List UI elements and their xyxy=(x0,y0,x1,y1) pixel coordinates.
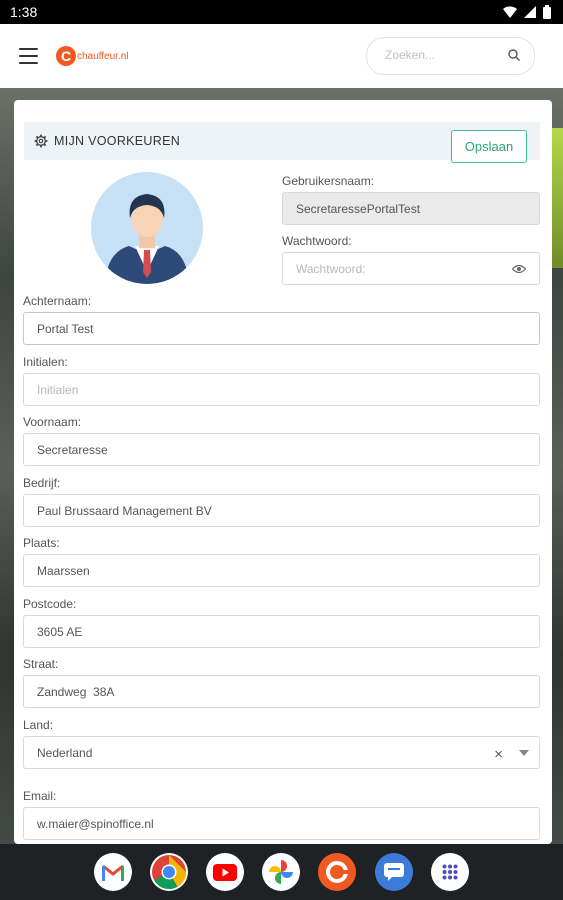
app-header: C chauffeur.nl xyxy=(0,24,563,88)
lastname-label: Achternaam: xyxy=(23,294,92,308)
username-input xyxy=(296,202,514,216)
menu-icon[interactable] xyxy=(19,48,38,64)
firstname-field[interactable] xyxy=(23,433,540,466)
eye-icon[interactable] xyxy=(512,264,526,274)
street-input[interactable] xyxy=(37,685,475,699)
signal-icon xyxy=(524,6,536,18)
search-box[interactable] xyxy=(366,37,535,75)
app-dock xyxy=(0,844,563,900)
initials-input[interactable] xyxy=(37,383,475,397)
postcode-input[interactable] xyxy=(37,625,475,639)
avatar xyxy=(91,172,203,284)
clock: 1:38 xyxy=(10,4,38,20)
city-label: Plaats: xyxy=(23,536,60,550)
country-value[interactable] xyxy=(37,746,475,760)
company-field[interactable] xyxy=(23,494,540,527)
country-select[interactable]: × xyxy=(23,736,540,769)
firstname-label: Voornaam: xyxy=(23,415,82,429)
photos-icon[interactable] xyxy=(262,853,300,891)
password-field[interactable] xyxy=(282,252,540,285)
company-label: Bedrijf: xyxy=(23,476,61,490)
street-field[interactable] xyxy=(23,675,540,708)
save-button[interactable]: Opslaan xyxy=(451,130,527,163)
password-label: Wachtwoord: xyxy=(282,234,352,248)
status-bar: 1:38 xyxy=(0,0,563,24)
messages-icon[interactable] xyxy=(375,853,413,891)
email-label: Email: xyxy=(23,789,57,803)
battery-icon xyxy=(543,5,551,19)
chrome-icon[interactable] xyxy=(150,853,188,891)
lastname-field[interactable] xyxy=(23,312,540,345)
city-input[interactable] xyxy=(37,564,475,578)
gear-icon xyxy=(34,134,48,148)
logo-mark: C xyxy=(56,46,76,66)
initials-label: Initialen: xyxy=(23,355,68,369)
chevron-down-icon[interactable] xyxy=(519,750,529,756)
logo[interactable]: C chauffeur.nl xyxy=(56,46,129,66)
card-title: MIJN VOORKEUREN xyxy=(54,134,181,148)
lastname-input[interactable] xyxy=(37,322,475,336)
initials-field[interactable] xyxy=(23,373,540,406)
password-input[interactable] xyxy=(296,262,514,276)
postcode-label: Postcode: xyxy=(23,597,77,611)
company-input[interactable] xyxy=(37,504,475,518)
search-icon[interactable] xyxy=(508,49,520,61)
postcode-field[interactable] xyxy=(23,615,540,648)
youtube-icon[interactable] xyxy=(206,853,244,891)
search-input[interactable] xyxy=(383,47,497,63)
username-field xyxy=(282,192,540,225)
city-field[interactable] xyxy=(23,554,540,587)
app-drawer-icon[interactable] xyxy=(431,853,469,891)
wifi-icon xyxy=(503,6,517,18)
preferences-card: MIJN VOORKEUREN Opslaan Gebruikersnaam: … xyxy=(14,100,552,844)
status-icons xyxy=(503,5,551,19)
username-label: Gebruikersnaam: xyxy=(282,174,375,188)
country-label: Land: xyxy=(23,718,54,732)
logo-text: chauffeur.nl xyxy=(77,50,129,62)
street-label: Straat: xyxy=(23,657,59,671)
email-input[interactable] xyxy=(37,817,475,831)
clear-icon[interactable]: × xyxy=(494,746,503,763)
chauffeur-app-icon[interactable] xyxy=(318,853,356,891)
firstname-input[interactable] xyxy=(37,443,475,457)
email-field[interactable] xyxy=(23,807,540,840)
gmail-icon[interactable] xyxy=(94,853,132,891)
